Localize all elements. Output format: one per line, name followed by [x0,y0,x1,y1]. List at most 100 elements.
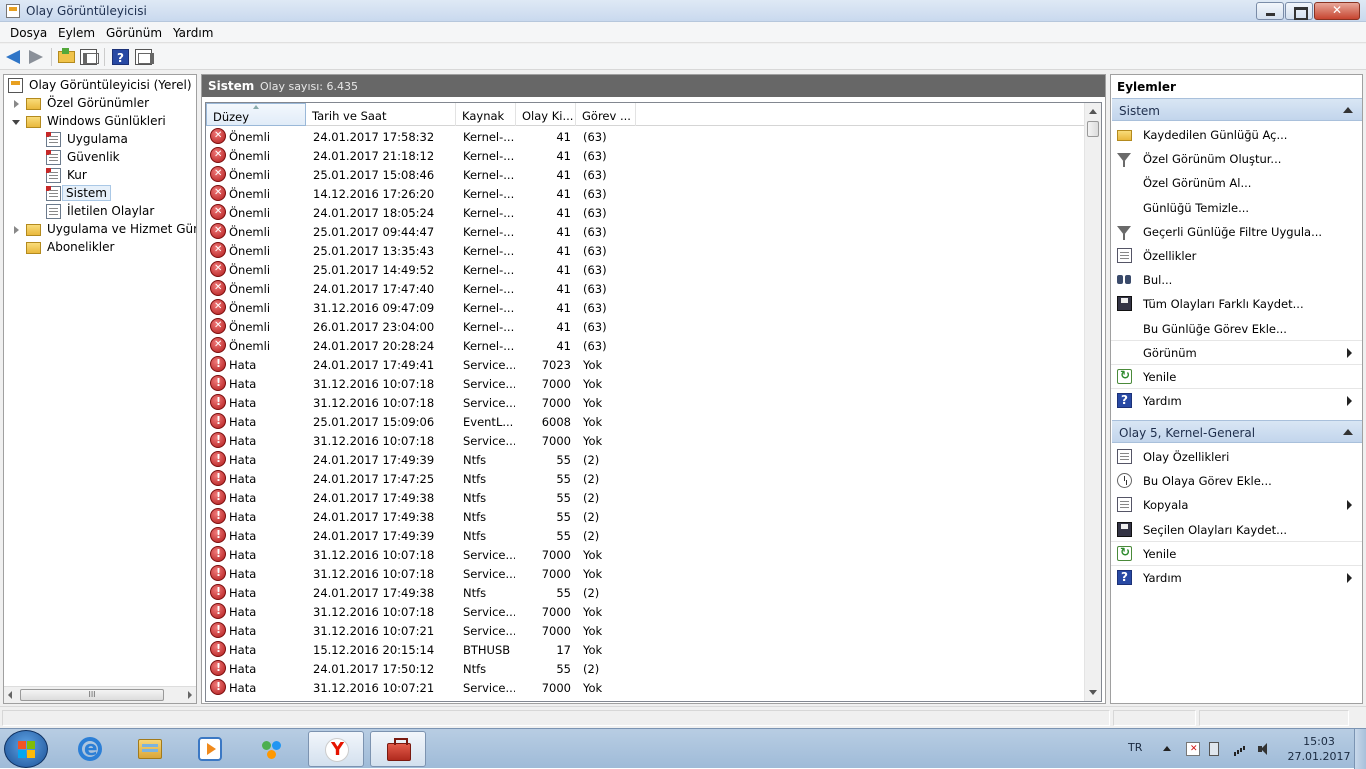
table-row[interactable]: Hata 25.01.2017 15:09:06 EventL... 6008 Yok [206,412,1086,431]
cell-level: Hata [229,605,257,619]
table-row[interactable]: Önemli 24.01.2017 21:18:12 Kernel-... 41 (63… [206,146,1086,165]
column-header-source[interactable]: Kaynak [456,103,516,126]
volume-icon[interactable] [1258,742,1272,756]
events-vertical-scrollbar[interactable] [1084,103,1101,701]
table-row[interactable]: Önemli 24.01.2017 17:58:32 Kernel-... 41 (63… [206,127,1086,146]
table-row[interactable]: Hata 31.12.2016 10:07:18 Service... 7000 Yok [206,602,1086,621]
table-row[interactable]: Hata 31.12.2016 10:07:18 Service... 7000 Yok [206,431,1086,450]
show-hide-console-tree-icon[interactable] [80,49,99,65]
table-row[interactable]: Hata 31.12.2016 10:07:18 Service... 7000 Yok [206,564,1086,583]
collapse-arrow-icon[interactable] [1343,429,1353,435]
action-seçilen-olayları-kaydet[interactable]: Seçilen Olayları Kaydet... [1111,518,1362,542]
cell-source: Service... [463,396,515,410]
table-row[interactable]: Hata 24.01.2017 17:49:38 Ntfs 55 (2) [206,583,1086,602]
action-görünüm[interactable]: Görünüm [1111,341,1362,365]
cell-source: Service... [463,567,515,581]
expand-arrow-icon[interactable] [14,100,19,108]
table-row[interactable]: Hata 31.12.2016 10:07:21 Service... 7000 Yok [206,621,1086,640]
start-button[interactable] [4,730,48,768]
action-yenile[interactable]: Yenile [1111,542,1362,566]
column-header-level[interactable]: Düzey [206,103,306,126]
actions-section-log[interactable]: Sistem [1112,98,1362,121]
show-hidden-icons-icon[interactable] [1163,746,1171,751]
language-indicator[interactable]: TR [1128,741,1142,754]
action-özel-görünüm-oluştur[interactable]: Özel Görünüm Oluştur... [1111,147,1362,171]
table-row[interactable]: Önemli 14.12.2016 17:26:20 Kernel-... 41 (63… [206,184,1086,203]
scroll-left-arrow-icon[interactable] [8,691,12,699]
taskbar-event-viewer[interactable] [370,731,426,767]
cell-date: 31.12.2016 10:07:18 [313,434,435,448]
back-arrow-icon[interactable] [5,49,22,65]
taskbar-people[interactable] [244,731,300,767]
scroll-up-arrow-icon[interactable] [1089,109,1097,114]
column-header-task[interactable]: Görev ... [576,103,636,126]
action-kaydedilen-günlüğü-aç[interactable]: Kaydedilen Günlüğü Aç... [1111,123,1362,147]
scroll-down-arrow-icon[interactable] [1089,690,1097,695]
collapse-arrow-icon[interactable] [1343,107,1353,113]
action-tüm-olayları-farklı-kaydet[interactable]: Tüm Olayları Farklı Kaydet... [1111,292,1362,316]
action-bu-günlüğe-görev-ekle[interactable]: Bu Günlüğe Görev Ekle... [1111,317,1362,341]
close-button[interactable] [1314,2,1360,20]
taskbar-yandex-browser[interactable] [308,731,364,767]
table-row[interactable]: Hata 24.01.2017 17:49:41 Service... 7023 Yok [206,355,1086,374]
table-row[interactable]: Hata 31.12.2016 10:07:18 Service... 7000 Yok [206,374,1086,393]
action-yenile[interactable]: Yenile [1111,365,1362,389]
actions-section-event[interactable]: Olay 5, Kernel-General [1112,420,1362,443]
scrollbar-thumb[interactable] [1087,121,1099,137]
action-olay-özellikleri[interactable]: Olay Özellikleri [1111,445,1362,469]
forward-arrow-icon[interactable] [27,49,44,65]
table-row[interactable]: Hata 31.12.2016 10:07:21 Service... 7000 Yok [206,678,1086,697]
network-signal-icon[interactable] [1234,742,1248,756]
scrollbar-thumb[interactable]: III [20,689,164,701]
clock[interactable]: 15:03 27.01.2017 [1280,734,1358,764]
taskbar-file-explorer[interactable] [122,731,178,767]
table-row[interactable]: Önemli 26.01.2017 23:04:00 Kernel-... 41 (63… [206,317,1086,336]
menu-file[interactable]: Dosya [10,26,47,40]
minimize-button[interactable] [1256,2,1284,20]
column-header-event-id[interactable]: Olay Ki... [516,103,576,126]
menu-help[interactable]: Yardım [173,26,213,40]
action-center-flag-icon[interactable] [1186,742,1200,756]
expand-arrow-icon[interactable] [14,226,19,234]
table-row[interactable]: Önemli 24.01.2017 20:28:24 Kernel-... 41 (63… [206,336,1086,355]
scroll-right-arrow-icon[interactable] [188,691,192,699]
menu-view[interactable]: Görünüm [106,26,162,40]
table-row[interactable]: Önemli 24.01.2017 17:47:40 Kernel-... 41 (63… [206,279,1086,298]
table-row[interactable]: Hata 24.01.2017 17:47:25 Ntfs 55 (2) [206,469,1086,488]
action-yardım[interactable]: Yardım [1111,566,1362,590]
table-row[interactable]: Hata 24.01.2017 17:49:38 Ntfs 55 (2) [206,507,1086,526]
action-bu-olaya-görev-ekle[interactable]: Bu Olaya Görev Ekle... [1111,469,1362,493]
table-row[interactable]: Önemli 24.01.2017 18:05:24 Kernel-... 41 (63… [206,203,1086,222]
table-row[interactable]: Hata 24.01.2017 17:50:12 Ntfs 55 (2) [206,659,1086,678]
action-günlüğü-temizle[interactable]: Günlüğü Temizle... [1111,196,1362,220]
tree-horizontal-scrollbar[interactable]: III [4,686,196,703]
show-hide-action-pane-icon[interactable] [135,49,154,65]
menu-action[interactable]: Eylem [58,26,95,40]
action-kopyala[interactable]: Kopyala [1111,493,1362,517]
table-row[interactable]: Önemli 25.01.2017 14:49:52 Kernel-... 41 (63… [206,260,1086,279]
show-desktop-button[interactable] [1354,729,1366,769]
table-row[interactable]: Hata 31.12.2016 10:07:18 Service... 7000 Yok [206,393,1086,412]
action-yardım[interactable]: Yardım [1111,389,1362,413]
maximize-button[interactable] [1285,2,1313,20]
table-row[interactable]: Önemli 31.12.2016 09:47:09 Kernel-... 41 (63… [206,298,1086,317]
taskbar-internet-explorer[interactable] [62,731,118,767]
table-row[interactable]: Hata 24.01.2017 17:49:39 Ntfs 55 (2) [206,526,1086,545]
column-header-date[interactable]: Tarih ve Saat [306,103,456,126]
table-row[interactable]: Önemli 25.01.2017 09:44:47 Kernel-... 41 (63… [206,222,1086,241]
table-row[interactable]: Önemli 25.01.2017 15:08:46 Kernel-... 41 (63… [206,165,1086,184]
battery-icon[interactable] [1209,742,1219,756]
table-row[interactable]: Hata 31.12.2016 10:07:18 Service... 7000 Yok [206,545,1086,564]
table-row[interactable]: Önemli 25.01.2017 13:35:43 Kernel-... 41 (63… [206,241,1086,260]
table-row[interactable]: Hata 15.12.2016 20:15:14 BTHUSB 17 Yok [206,640,1086,659]
collapse-arrow-icon[interactable] [12,120,20,125]
table-row[interactable]: Hata 24.01.2017 17:49:39 Ntfs 55 (2) [206,450,1086,469]
table-row[interactable]: Hata 24.01.2017 17:49:38 Ntfs 55 (2) [206,488,1086,507]
taskbar-media-player[interactable] [182,731,238,767]
action-özel-görünüm-al[interactable]: Özel Görünüm Al... [1111,171,1362,195]
help-icon[interactable]: ? [112,49,129,65]
action-geçerli-günlüğe-filtre-uygula[interactable]: Geçerli Günlüğe Filtre Uygula... [1111,220,1362,244]
action-bul[interactable]: Bul... [1111,268,1362,292]
up-folder-icon[interactable] [58,48,75,63]
action-özellikler[interactable]: Özellikler [1111,244,1362,268]
